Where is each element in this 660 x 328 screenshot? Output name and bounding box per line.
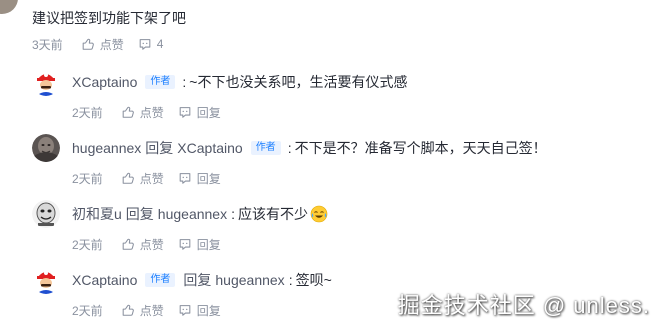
- comment-icon: [179, 173, 191, 184]
- comment-thread: 建议把签到功能下架了吧 3天前 点赞 4 XCaptaino 作者: ~不下也…: [0, 0, 660, 328]
- like-label: 点赞: [139, 171, 164, 186]
- reply-time: 2天前: [72, 303, 103, 318]
- root-comment-count: 4: [156, 37, 164, 51]
- reply-time: 2天前: [72, 237, 103, 252]
- like-label: 点赞: [139, 303, 164, 318]
- author-name[interactable]: XCaptaino: [72, 72, 137, 92]
- reply-line: XCaptaino 作者 回复 hugeannex : 签呗~: [72, 270, 332, 290]
- reply-word: 回复: [125, 206, 154, 222]
- reply-word: 回复: [145, 140, 174, 156]
- author-badge: 作者: [145, 75, 176, 89]
- separator: :: [231, 206, 235, 222]
- photo-avatar-image: [32, 134, 60, 162]
- avatar[interactable]: [32, 266, 60, 294]
- reply-item: XCaptaino 作者 : ~不下也没关系吧，生活要有仪式感 2天前 点赞 回…: [32, 68, 660, 132]
- root-like-label: 点赞: [99, 37, 124, 52]
- reply-label: 回复: [196, 171, 221, 186]
- root-actions: 3天前 点赞 4: [32, 34, 177, 54]
- reply-content: 签呗~: [295, 272, 332, 288]
- reply-item: hugeannex 回复 XCaptaino 作者 : 不下是不？准备写个脚本，…: [32, 134, 660, 198]
- like-button[interactable]: 点赞: [121, 104, 164, 121]
- reply-word: 回复: [183, 272, 212, 288]
- thumbs-up-icon: [122, 304, 134, 316]
- reply-content: 不下是不？准备写个脚本，天天自己签！: [294, 140, 547, 156]
- root-comment-button[interactable]: 4: [138, 37, 164, 51]
- reply-line: 初和夏u 回复 hugeannex : 应该有不少: [72, 204, 328, 224]
- thumbs-up-icon: [122, 172, 134, 184]
- root-time: 3天前: [32, 37, 63, 52]
- reply-target-name[interactable]: hugeannex: [158, 204, 227, 224]
- reply-button[interactable]: 回复: [178, 104, 221, 121]
- reply-content: 应该有不少: [237, 206, 308, 222]
- reply-target-name[interactable]: XCaptaino: [177, 138, 242, 158]
- thumbs-up-icon: [122, 106, 134, 118]
- reply-label: 回复: [196, 303, 221, 318]
- avatar[interactable]: [32, 200, 60, 228]
- reply-button[interactable]: 回复: [178, 236, 221, 253]
- avatar[interactable]: [32, 134, 60, 162]
- reply-actions: 2天前 点赞 回复: [72, 168, 235, 188]
- like-label: 点赞: [139, 105, 164, 120]
- mario-avatar-image: [32, 68, 60, 96]
- comment-icon: [179, 305, 191, 316]
- thumbs-up-icon: [82, 38, 94, 50]
- comment-icon: [139, 39, 151, 50]
- like-button[interactable]: 点赞: [121, 170, 164, 187]
- reply-actions: 2天前 点赞 回复: [72, 300, 235, 320]
- like-label: 点赞: [139, 237, 164, 252]
- meme-face-avatar-image: [32, 200, 60, 228]
- root-avatar[interactable]: [0, 0, 18, 14]
- author-badge: 作者: [145, 273, 176, 287]
- reply-item: 初和夏u 回复 hugeannex : 应该有不少 2天前 点赞 回复: [32, 200, 660, 264]
- reply-button[interactable]: 回复: [178, 170, 221, 187]
- crying-laughing-emoji-icon: [310, 205, 328, 223]
- reply-line: XCaptaino 作者 : ~不下也没关系吧，生活要有仪式感: [72, 72, 407, 92]
- avatar[interactable]: [32, 68, 60, 96]
- mario-avatar-image: [32, 266, 60, 294]
- like-button[interactable]: 点赞: [121, 302, 164, 319]
- author-name[interactable]: XCaptaino: [72, 270, 137, 290]
- watermark: 掘金技术社区 @ unless.: [397, 293, 650, 318]
- separator: :: [287, 140, 292, 156]
- reply-time: 2天前: [72, 171, 103, 186]
- root-like-button[interactable]: 点赞: [81, 36, 124, 53]
- reply-time: 2天前: [72, 105, 103, 120]
- separator: :: [288, 272, 293, 288]
- reply-actions: 2天前 点赞 回复: [72, 102, 235, 122]
- like-button[interactable]: 点赞: [121, 236, 164, 253]
- comment-icon: [179, 107, 191, 118]
- separator: :: [182, 74, 187, 90]
- reply-target-name[interactable]: hugeannex: [215, 270, 284, 290]
- reply-label: 回复: [196, 105, 221, 120]
- author-name[interactable]: hugeannex: [72, 138, 141, 158]
- reply-label: 回复: [196, 237, 221, 252]
- reply-content: ~不下也没关系吧，生活要有仪式感: [189, 74, 408, 90]
- target-badge: 作者: [250, 141, 281, 155]
- thumbs-up-icon: [122, 238, 134, 250]
- reply-line: hugeannex 回复 XCaptaino 作者 : 不下是不？准备写个脚本，…: [72, 138, 547, 158]
- reply-actions: 2天前 点赞 回复: [72, 234, 235, 254]
- reply-button[interactable]: 回复: [178, 302, 221, 319]
- root-comment-text: 建议把签到功能下架了吧: [32, 10, 186, 26]
- comment-icon: [179, 239, 191, 250]
- author-name[interactable]: 初和夏u: [72, 204, 122, 224]
